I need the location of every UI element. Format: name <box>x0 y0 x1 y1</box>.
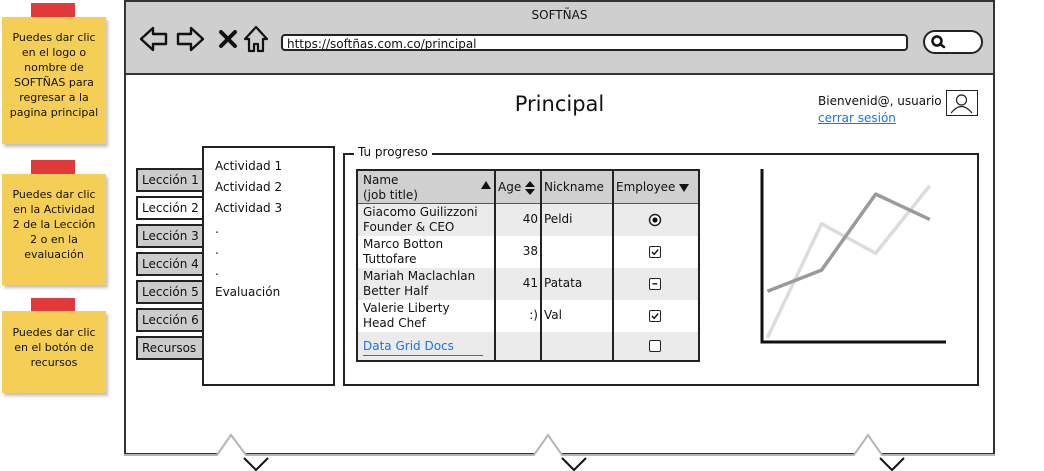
user-icon <box>950 94 973 114</box>
evaluation-item[interactable]: Evaluación <box>215 285 280 299</box>
cell-nickname: Val <box>544 308 562 322</box>
minus-icon <box>652 283 658 285</box>
column-divider <box>612 171 614 360</box>
ellipsis-item: . <box>215 264 219 278</box>
home-icon <box>243 25 269 53</box>
link-underline <box>363 355 483 356</box>
tab-leccion-3[interactable]: Lección 3 <box>136 224 202 248</box>
table-row[interactable]: Data Grid Docs <box>358 332 698 360</box>
tab-leccion-6[interactable]: Lección 6 <box>136 308 202 332</box>
cell-age: 40 <box>522 212 538 226</box>
sort-down-icon <box>679 183 690 192</box>
sticky-note: Puedes dar clic en el botón de recursos <box>2 311 106 393</box>
note-text: Puedes dar clic en la Actividad 2 de la … <box>12 188 96 261</box>
column-divider <box>540 171 542 360</box>
chart-axes <box>760 169 946 344</box>
tab-leccion-1[interactable]: Lección 1 <box>136 168 202 192</box>
avatar[interactable] <box>946 90 978 116</box>
table-row[interactable]: Valerie Liberty Head Chef :) Val <box>358 300 698 332</box>
cell-name: Giacomo Guilizzoni Founder & CEO <box>363 205 478 235</box>
progress-legend: Tu progreso <box>354 145 432 159</box>
sticky-note: Puedes dar clic en el logo o nombre de S… <box>2 17 106 144</box>
cell-age: :) <box>529 308 538 322</box>
cell-title-text: Founder & CEO <box>363 220 455 234</box>
check-icon <box>651 249 659 256</box>
table-row[interactable]: Marco Botton Tuttofare 38 <box>358 236 698 268</box>
cell-title-text: Better Half <box>363 284 429 298</box>
arrow-left-icon <box>139 26 168 52</box>
check-icon <box>651 313 659 320</box>
note-text: Puedes dar clic en el botón de recursos <box>12 326 96 369</box>
column-name-label: Name <box>363 173 399 187</box>
checkbox-checked[interactable] <box>649 310 661 322</box>
cell-name: Valerie Liberty Head Chef <box>363 301 450 331</box>
checkbox-indeterminate[interactable] <box>649 278 661 290</box>
tab-leccion-4[interactable]: Lección 4 <box>136 252 202 276</box>
home-button[interactable] <box>240 22 272 56</box>
data-grid-docs-link[interactable]: Data Grid Docs <box>363 339 483 356</box>
table-row[interactable]: Mariah Maclachlan Better Half 41 Patata <box>358 268 698 300</box>
table-row[interactable]: Giacomo Guilizzoni Founder & CEO 40 Peldi <box>358 204 698 236</box>
checkbox-checked[interactable] <box>649 246 661 258</box>
browser-window: SOFTÑAS https://softñas.com.co/principal <box>124 0 995 455</box>
ellipsis-item: . <box>215 243 219 257</box>
cell-name-text: Valerie Liberty <box>363 301 450 315</box>
torn-page-edge <box>124 433 995 471</box>
cell-name: Marco Botton Tuttofare <box>363 237 443 267</box>
cell-nickname: Patata <box>544 276 583 290</box>
progress-line-chart <box>760 169 946 344</box>
app-title[interactable]: SOFTÑAS <box>126 8 993 22</box>
progress-grid: Name (job title) Age Nickname Employee G… <box>356 169 700 362</box>
radio-selected-icon[interactable] <box>648 213 662 227</box>
cell-age: 41 <box>522 276 538 290</box>
chart-series-line <box>766 192 931 293</box>
lesson-activities-panel: Actividad 1 Actividad 2 Actividad 3 . . … <box>202 146 335 386</box>
cell-title-text: Head Chef <box>363 316 426 330</box>
column-divider <box>494 171 496 360</box>
back-button[interactable] <box>138 22 170 56</box>
note-text: Puedes dar clic en el logo o nombre de S… <box>9 31 99 119</box>
sort-up-icon <box>481 181 491 189</box>
browser-titlebar: SOFTÑAS https://softñas.com.co/principal <box>126 2 993 75</box>
address-bar[interactable]: https://softñas.com.co/principal <box>281 34 908 51</box>
forward-button[interactable] <box>174 22 206 56</box>
ellipsis-item: . <box>215 222 219 236</box>
welcome-text: Bienvenid@, usuario <box>818 94 942 108</box>
column-name-sublabel: (job title) <box>363 188 418 202</box>
tab-recursos[interactable]: Recursos <box>136 336 202 360</box>
column-header-age[interactable]: Age <box>498 180 536 195</box>
cell-nickname: Peldi <box>544 212 573 226</box>
tab-leccion-2[interactable]: Lección 2 <box>136 196 204 220</box>
activity-3[interactable]: Actividad 3 <box>215 201 282 215</box>
logout-link[interactable]: cerrar sesión <box>818 111 896 125</box>
column-age-label: Age <box>498 180 522 194</box>
cell-name-text: Mariah Maclachlan <box>363 269 476 283</box>
sticky-note: Puedes dar clic en la Actividad 2 de la … <box>2 174 106 285</box>
close-icon <box>219 30 237 48</box>
column-header-name[interactable]: Name (job title) <box>363 173 491 203</box>
cell-name-text: Marco Botton <box>363 237 444 251</box>
arrow-right-icon <box>176 26 205 52</box>
search-icon <box>931 35 946 49</box>
docs-link-text: Data Grid Docs <box>363 339 454 353</box>
cell-age: 38 <box>522 244 538 258</box>
cell-name: Mariah Maclachlan Better Half <box>363 269 475 299</box>
tab-leccion-5[interactable]: Lección 5 <box>136 280 202 304</box>
cell-name-text: Giacomo Guilizzoni <box>363 205 478 219</box>
activity-1[interactable]: Actividad 1 <box>215 159 282 173</box>
checkbox-unchecked[interactable] <box>649 340 661 352</box>
cell-title-text: Tuttofare <box>363 252 417 266</box>
column-employee-label: Employee <box>616 180 676 194</box>
activity-2[interactable]: Actividad 2 <box>215 180 282 194</box>
browser-search-box[interactable] <box>923 30 983 54</box>
column-header-employee[interactable]: Employee <box>616 180 690 195</box>
column-header-nickname[interactable]: Nickname <box>544 180 604 195</box>
sort-both-icon <box>525 180 536 195</box>
